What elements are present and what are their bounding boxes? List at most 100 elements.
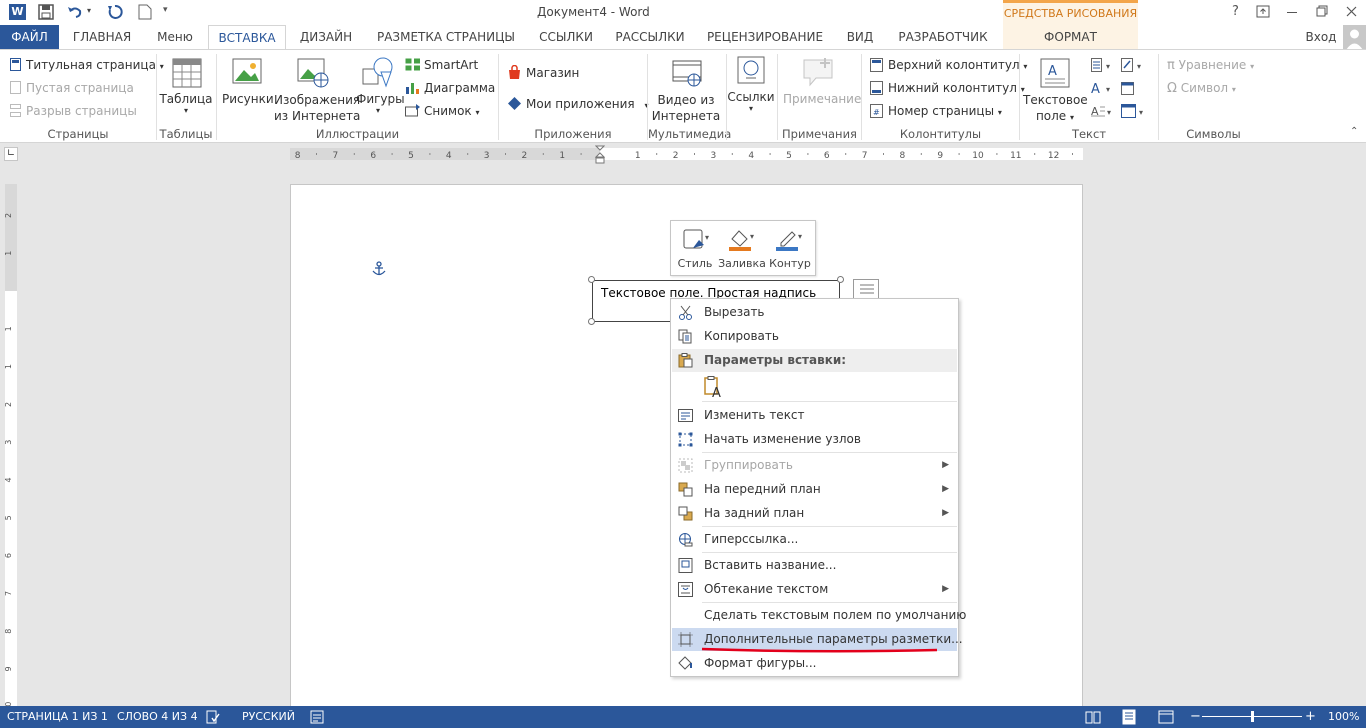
language-status[interactable]: РУССКИЙ bbox=[242, 706, 295, 728]
cover-page-button[interactable]: Титульная страница ▾ bbox=[26, 58, 164, 72]
zoom-out-button[interactable]: − bbox=[1190, 706, 1201, 728]
print-layout-icon[interactable] bbox=[1121, 709, 1137, 725]
pictures-button[interactable]: Рисунки bbox=[222, 92, 274, 106]
blank-page-button[interactable]: Пустая страница bbox=[26, 81, 134, 95]
redo-icon[interactable] bbox=[107, 4, 123, 20]
tab-mailings[interactable]: РАССЫЛКИ bbox=[608, 25, 692, 50]
paste-keep-text-icon[interactable]: A bbox=[703, 376, 725, 398]
ruler-tick bbox=[920, 153, 922, 155]
close-icon[interactable] bbox=[1346, 6, 1357, 17]
zoom-level[interactable]: 100% bbox=[1328, 706, 1359, 728]
menu-item-copy[interactable]: Копировать bbox=[672, 325, 957, 348]
minimize-icon[interactable] bbox=[1287, 12, 1297, 13]
tab-developer[interactable]: РАЗРАБОТЧИК bbox=[890, 25, 996, 50]
zoom-in-button[interactable]: + bbox=[1305, 706, 1316, 728]
signature-line-icon[interactable]: ▾ bbox=[1121, 58, 1147, 72]
symbol-button[interactable]: Ω Символ ▾ bbox=[1167, 81, 1236, 96]
shapes-button[interactable]: Фигуры ▾ bbox=[356, 92, 405, 115]
tab-review[interactable]: РЕЦЕНЗИРОВАНИЕ bbox=[700, 25, 830, 50]
chart-button[interactable]: Диаграмма bbox=[424, 81, 495, 95]
undo-icon[interactable] bbox=[67, 4, 83, 20]
tab-selector[interactable]: ∟ bbox=[4, 147, 18, 161]
tab-insert[interactable]: ВСТАВКА bbox=[208, 25, 286, 50]
user-avatar[interactable] bbox=[1343, 25, 1366, 50]
tab-menu[interactable]: Меню bbox=[148, 25, 202, 50]
ruler-tick-label: 5 bbox=[408, 151, 414, 160]
drop-cap-icon[interactable]: A ▾ bbox=[1091, 104, 1117, 118]
word-icon[interactable]: W bbox=[9, 4, 26, 20]
fill-button[interactable]: ▾ Заливка bbox=[718, 225, 766, 273]
macro-icon[interactable] bbox=[310, 710, 324, 724]
layout-options-icon[interactable] bbox=[853, 279, 879, 299]
store-button[interactable]: Магазин bbox=[526, 66, 579, 80]
tab-references[interactable]: ССЫЛКИ bbox=[530, 25, 602, 50]
style-button[interactable]: ▾ Стиль bbox=[675, 225, 715, 273]
object-icon[interactable]: ▾ bbox=[1121, 104, 1147, 118]
ribbon-display-icon[interactable] bbox=[1256, 5, 1270, 18]
online-video-button[interactable]: Видео из Интернета bbox=[651, 92, 721, 124]
help-button[interactable]: ? bbox=[1232, 4, 1239, 19]
undo-dropdown-icon[interactable]: ▾ bbox=[87, 6, 91, 15]
equation-button[interactable]: π Уравнение ▾ bbox=[1167, 58, 1254, 73]
indent-marker[interactable] bbox=[595, 145, 605, 165]
date-time-icon[interactable] bbox=[1121, 81, 1135, 95]
ribbon-tabs: ФАЙЛ ГЛАВНАЯ Меню ВСТАВКА ДИЗАЙН РАЗМЕТК… bbox=[0, 25, 1366, 50]
resize-handle[interactable] bbox=[837, 276, 844, 283]
tab-home[interactable]: ГЛАВНАЯ bbox=[62, 25, 142, 50]
collapse-ribbon-icon[interactable]: ⌃ bbox=[1350, 126, 1358, 137]
zoom-slider-thumb[interactable] bbox=[1251, 711, 1254, 722]
footer-button[interactable]: Нижний колонтитул ▾ bbox=[888, 81, 1025, 95]
tab-file[interactable]: ФАЙЛ bbox=[0, 25, 59, 50]
ruler-tick-label: 4 bbox=[748, 151, 754, 160]
word-count-status[interactable]: СЛОВО 4 ИЗ 4 bbox=[117, 706, 198, 728]
tab-view[interactable]: ВИД bbox=[838, 25, 882, 50]
read-mode-icon[interactable] bbox=[1085, 710, 1101, 724]
tab-format[interactable]: ФОРМАТ bbox=[1003, 25, 1138, 50]
restore-icon[interactable] bbox=[1316, 5, 1328, 17]
online-pictures-button[interactable]: Изображения из Интернета bbox=[274, 92, 360, 124]
svg-text:▾: ▾ bbox=[750, 232, 754, 241]
status-bar: СТРАНИЦА 1 ИЗ 1 СЛОВО 4 ИЗ 4 РУССКИЙ − +… bbox=[0, 706, 1366, 728]
page-count-status[interactable]: СТРАНИЦА 1 ИЗ 1 bbox=[7, 706, 108, 728]
vertical-ruler[interactable]: 2111234567891011 bbox=[5, 184, 17, 706]
outline-button[interactable]: ▾ Контур bbox=[767, 225, 813, 273]
page-break-button[interactable]: Разрыв страницы bbox=[26, 104, 137, 118]
svg-text:#: # bbox=[873, 108, 880, 117]
header-button[interactable]: Верхний колонтитул ▾ bbox=[888, 58, 1027, 72]
save-icon[interactable] bbox=[38, 4, 54, 20]
menu-item-edit-text[interactable]: Изменить текст bbox=[672, 404, 957, 427]
new-document-icon[interactable] bbox=[138, 4, 152, 20]
page-number-button[interactable]: Номер страницы ▾ bbox=[888, 104, 1002, 118]
menu-item-format-shape[interactable]: Формат фигуры... bbox=[672, 652, 957, 675]
menu-item-cut[interactable]: Вырезать bbox=[672, 301, 957, 324]
links-button[interactable]: Ссылки ▾ bbox=[727, 90, 775, 113]
web-layout-icon[interactable] bbox=[1158, 710, 1174, 724]
wordart-icon[interactable]: A ▾ bbox=[1091, 81, 1117, 95]
header-icon bbox=[870, 58, 883, 72]
my-apps-button[interactable]: Мои приложения ▾ bbox=[526, 97, 648, 111]
group-icon bbox=[678, 458, 693, 473]
textbox-button[interactable]: Текстовое поле ▾ bbox=[1023, 92, 1088, 126]
resize-handle[interactable] bbox=[588, 276, 595, 283]
comment-button[interactable]: Примечание bbox=[783, 92, 861, 106]
menu-item-insert-caption[interactable]: Вставить название... bbox=[672, 554, 957, 577]
customize-qat-icon[interactable]: ▾ bbox=[163, 5, 168, 15]
menu-item-set-default[interactable]: Сделать текстовым полем по умолчанию bbox=[672, 604, 966, 627]
screenshot-button[interactable]: Снимок ▾ bbox=[424, 104, 480, 118]
my-apps-icon bbox=[508, 97, 521, 110]
proofing-icon[interactable] bbox=[206, 710, 220, 724]
table-button[interactable]: Таблица ▾ bbox=[157, 92, 215, 115]
tab-design[interactable]: ДИЗАЙН bbox=[290, 25, 362, 50]
menu-item-group[interactable]: Группировать ▶ bbox=[672, 454, 957, 477]
quick-parts-icon[interactable]: ▾ bbox=[1091, 58, 1117, 72]
smartart-button[interactable]: SmartArt bbox=[424, 58, 478, 72]
sign-in-link[interactable]: Вход bbox=[1302, 25, 1340, 50]
menu-item-wrap-text[interactable]: Обтекание текстом ▶ bbox=[672, 578, 957, 601]
menu-item-bring-front[interactable]: На передний план ▶ bbox=[672, 478, 957, 501]
menu-item-send-back[interactable]: На задний план ▶ bbox=[672, 502, 957, 525]
tab-layout[interactable]: РАЗМЕТКА СТРАНИЦЫ bbox=[369, 25, 523, 50]
resize-handle[interactable] bbox=[588, 318, 595, 325]
menu-item-hyperlink[interactable]: Гиперссылка... bbox=[672, 528, 957, 551]
menu-item-edit-points[interactable]: Начать изменение узлов bbox=[672, 428, 957, 451]
horizontal-ruler[interactable]: 8 7 6 5 4 3 2 1 1 2 3 4 5 6 7 8 9 10 11 12 bbox=[290, 148, 1083, 160]
